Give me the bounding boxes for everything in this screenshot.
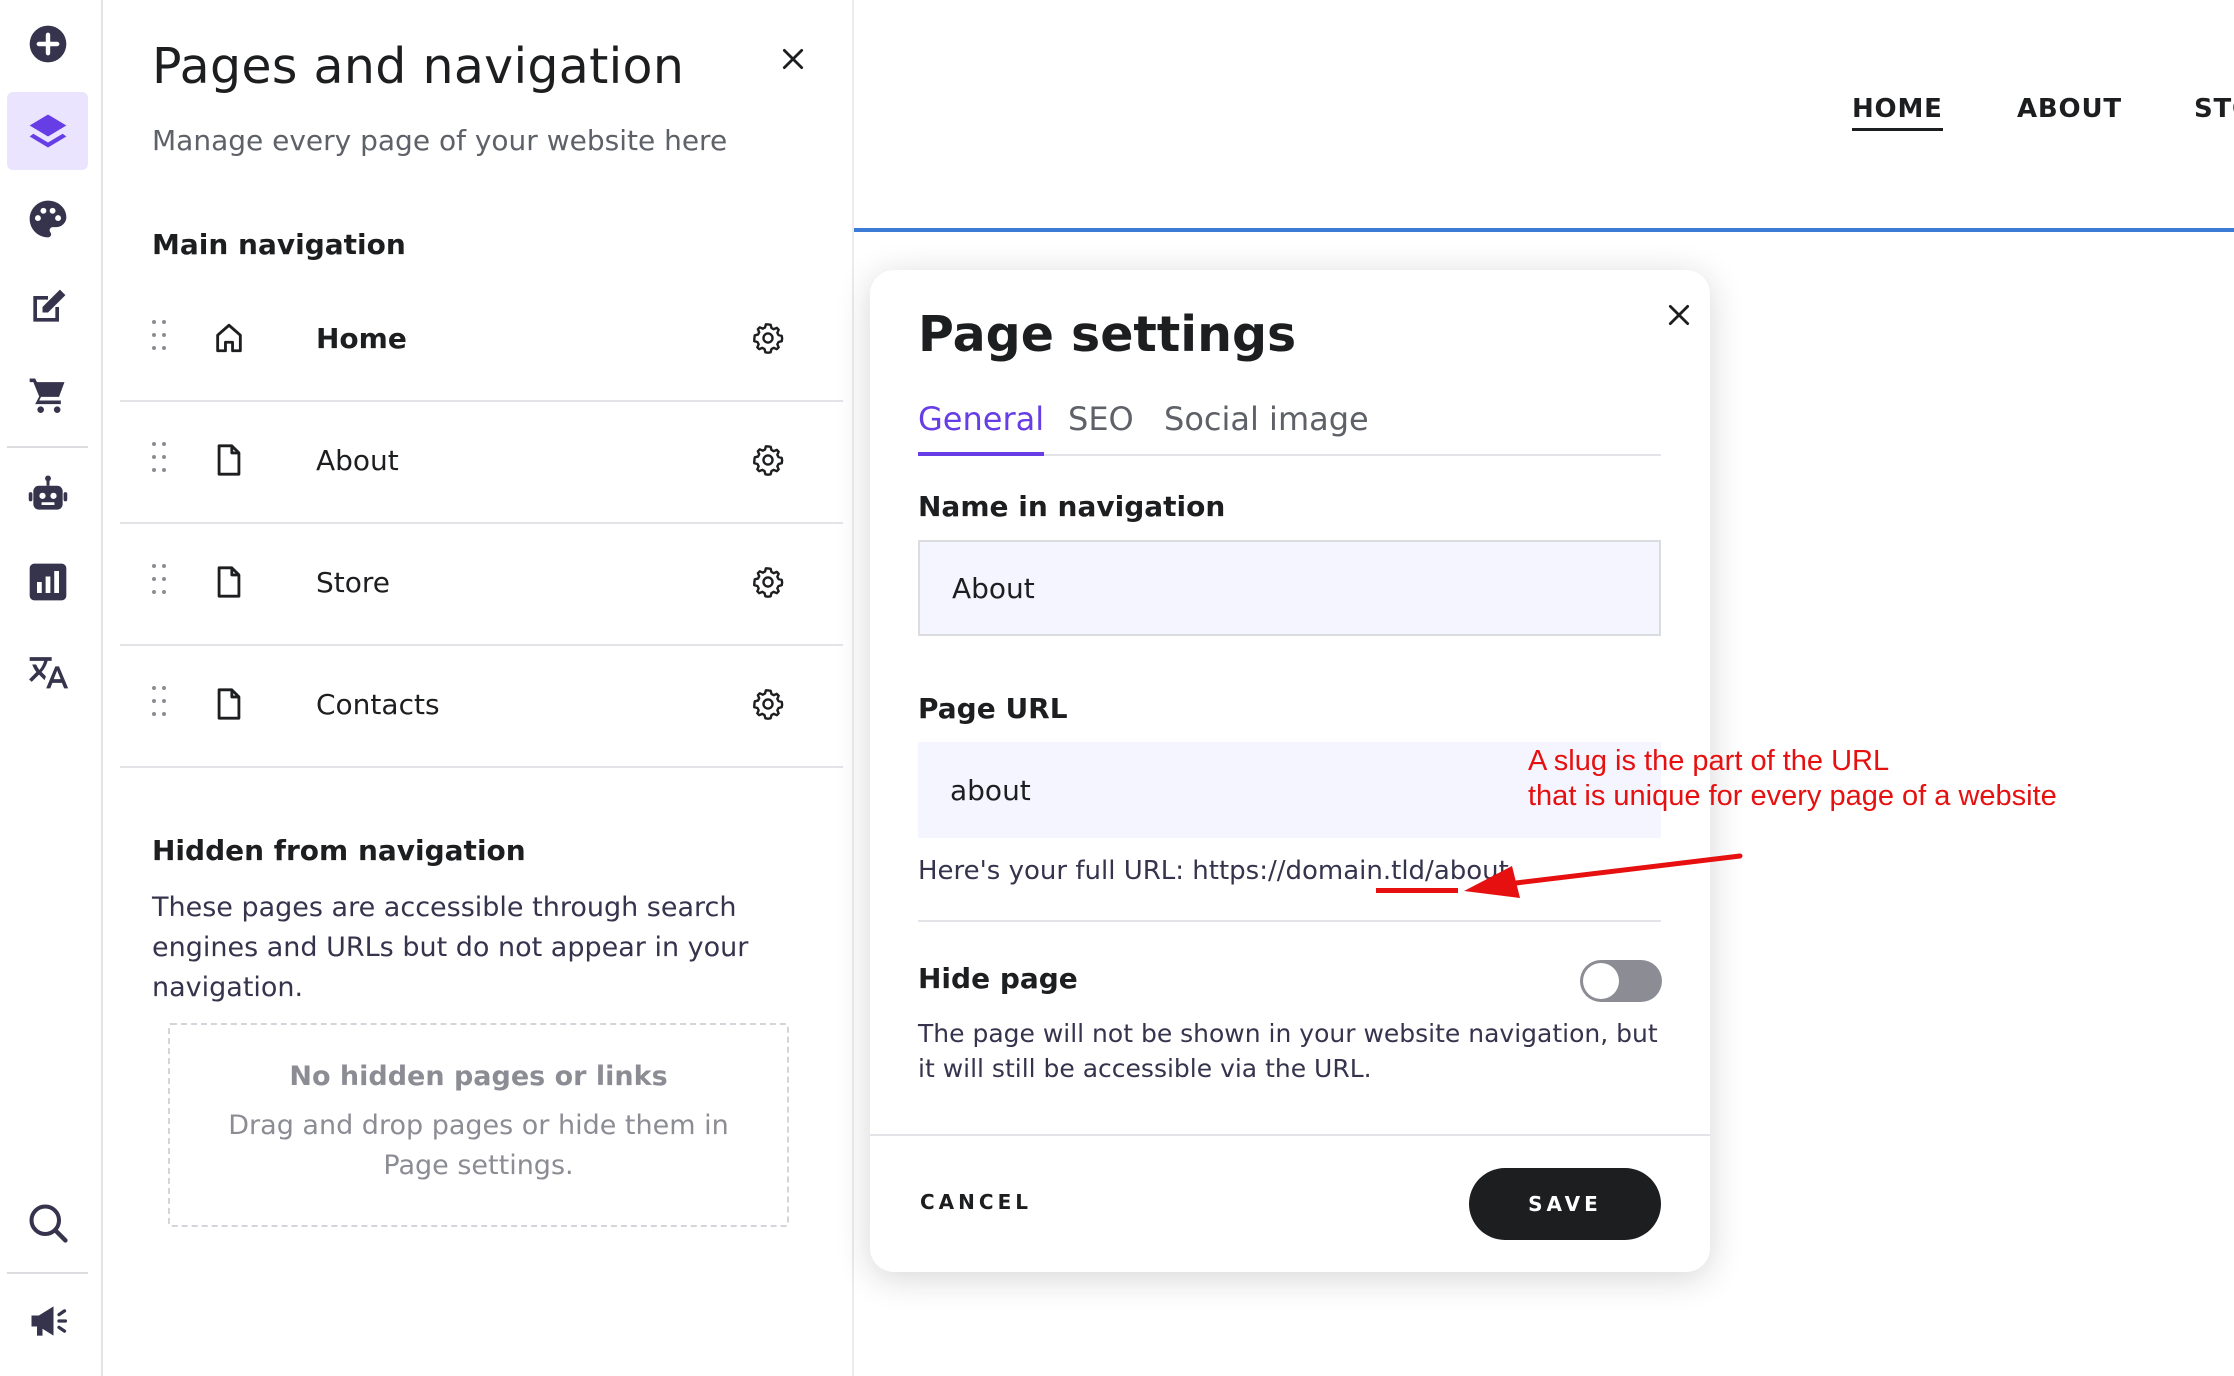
translate-button[interactable]: [7, 631, 88, 709]
panel-close-button[interactable]: [770, 36, 816, 82]
page-icon: [217, 444, 241, 476]
close-icon: [1668, 304, 1690, 326]
nav-item-label: Home: [316, 322, 407, 355]
panel-title: Pages and navigation: [152, 38, 685, 95]
tab-general[interactable]: General: [918, 400, 1045, 456]
ai-tools-button[interactable]: [7, 455, 88, 533]
robot-icon: [28, 475, 67, 510]
nav-item-store[interactable]: Store: [120, 524, 843, 646]
drag-handle-icon[interactable]: [150, 684, 168, 718]
layers-icon: [29, 114, 66, 148]
close-icon: [782, 48, 804, 70]
pages-panel: Pages and navigation Manage every page o…: [105, 0, 854, 1376]
translate-icon: [28, 657, 68, 689]
add-element-button[interactable]: [7, 5, 88, 83]
app-root: Pages and navigation Manage every page o…: [0, 0, 2234, 1376]
edit-button[interactable]: [7, 268, 88, 346]
gear-icon[interactable]: [752, 444, 784, 476]
add-circle-icon: [29, 25, 66, 63]
nav-item-home[interactable]: Home: [120, 280, 843, 402]
main-navigation-heading: Main navigation: [152, 228, 406, 261]
palette-icon: [29, 200, 66, 238]
design-button[interactable]: [7, 180, 88, 258]
page-icon: [217, 688, 241, 720]
hidden-navigation-description: These pages are accessible through searc…: [152, 892, 749, 1003]
full-url-text: Here's your full URL: https://domain.tld…: [918, 856, 1509, 886]
nav-item-label: About: [316, 444, 399, 477]
pages-button[interactable]: [7, 92, 88, 170]
drag-handle-icon[interactable]: [150, 318, 168, 352]
analytics-button[interactable]: [7, 543, 88, 621]
save-button[interactable]: SAVE: [1469, 1168, 1661, 1240]
settings-tabs: General SEO Social image: [918, 400, 1661, 456]
drag-handle-icon[interactable]: [150, 440, 168, 474]
page-icon: [217, 566, 241, 598]
marketing-button[interactable]: [7, 1282, 88, 1360]
home-icon: [216, 323, 242, 353]
modal-close-button[interactable]: [1656, 292, 1702, 338]
tab-social-image[interactable]: Social image: [1164, 400, 1369, 456]
cancel-button[interactable]: CANCEL: [920, 1190, 1032, 1214]
search-icon: [28, 1204, 68, 1243]
panel-subtitle: Manage every page of your website here: [152, 124, 728, 157]
store-button[interactable]: [7, 356, 88, 434]
name-in-navigation-input[interactable]: [918, 540, 1661, 636]
rail-divider-bottom: [7, 1272, 88, 1274]
hidden-pages-dropzone[interactable]: No hidden pages or links Drag and drop p…: [168, 1023, 789, 1227]
analytics-icon: [29, 563, 66, 601]
hidden-navigation-heading: Hidden from navigation: [152, 834, 526, 867]
megaphone-icon: [31, 1306, 67, 1336]
full-url-prefix: Here's your full URL: https://domain.tld…: [918, 856, 1434, 886]
sidebar-rail: [0, 0, 103, 1376]
dropzone-title: No hidden pages or links: [289, 1061, 668, 1092]
hide-page-description: The page will not be shown in your websi…: [918, 1019, 1658, 1083]
nav-item-label: Contacts: [316, 688, 440, 721]
slug-underline: [1376, 888, 1458, 893]
nav-item-label: Store: [316, 566, 391, 599]
rail-divider: [7, 446, 88, 448]
modal-title: Page settings: [918, 306, 1297, 363]
site-nav-about[interactable]: ABOUT: [2017, 94, 2122, 124]
drag-handle-icon[interactable]: [150, 562, 168, 596]
gear-icon[interactable]: [752, 322, 784, 354]
gear-icon[interactable]: [752, 566, 784, 598]
hide-page-toggle[interactable]: [1580, 960, 1662, 1002]
tab-seo[interactable]: SEO: [1068, 400, 1134, 456]
toggle-knob: [1583, 963, 1619, 999]
annotation-text: A slug is the part of the URL that is un…: [1528, 744, 2057, 814]
nav-item-about[interactable]: About: [120, 402, 843, 524]
annotation-line-1: A slug is the part of the URL: [1528, 745, 1890, 777]
dropzone-text: Drag and drop pages or hide them in Page…: [228, 1110, 729, 1181]
modal-footer-divider: [870, 1134, 1710, 1136]
page-url-label: Page URL: [918, 692, 1068, 725]
hide-page-label: Hide page: [918, 962, 1078, 995]
edit-icon: [32, 289, 65, 322]
site-nav-store[interactable]: STO: [2194, 94, 2234, 124]
name-in-navigation-label: Name in navigation: [918, 490, 1226, 523]
search-button[interactable]: [7, 1184, 88, 1262]
cart-icon: [29, 378, 65, 413]
nav-item-contacts[interactable]: Contacts: [120, 646, 843, 768]
annotation-arrow-icon: [1464, 853, 1743, 898]
section-divider: [918, 920, 1661, 922]
gear-icon[interactable]: [752, 688, 784, 720]
site-header-divider: [854, 228, 2234, 232]
site-nav-home[interactable]: HOME: [1852, 94, 1943, 131]
annotation-line-2: that is unique for every page of a websi…: [1528, 780, 2057, 812]
